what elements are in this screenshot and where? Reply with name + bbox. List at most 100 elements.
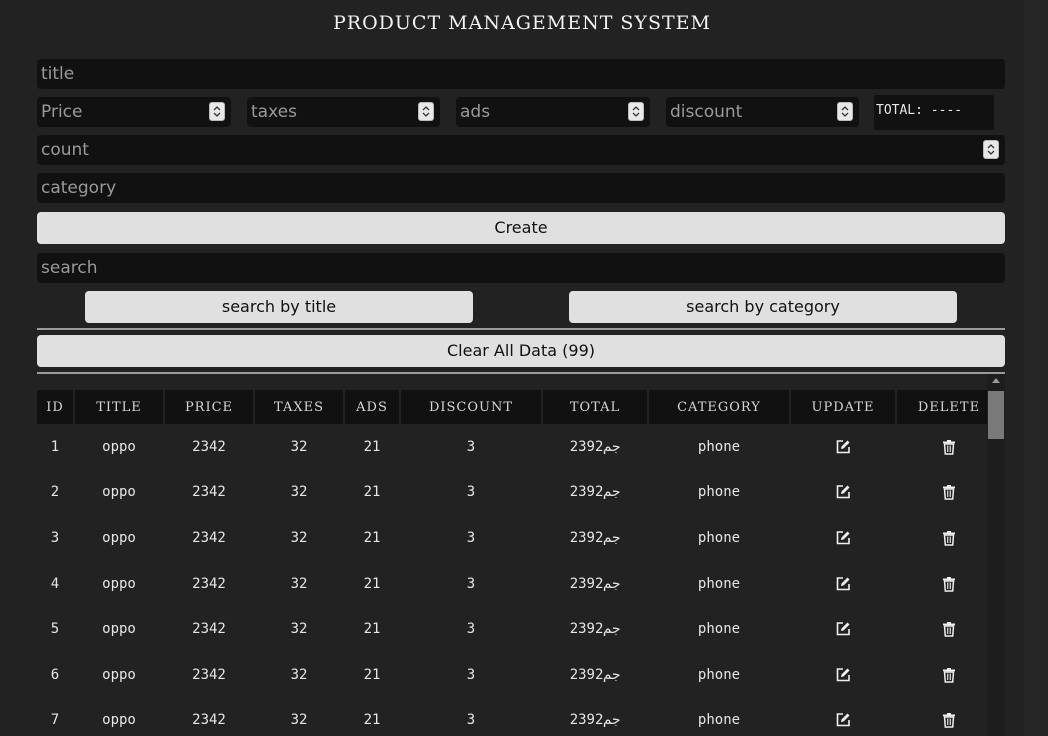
header-category: CATEGORY bbox=[649, 390, 789, 424]
count-input[interactable]: count bbox=[37, 135, 1005, 165]
count-input-placeholder: count bbox=[41, 140, 89, 160]
table-row: 7 oppo 2342 32 21 3 2392جم phone bbox=[37, 698, 987, 736]
taxes-input-placeholder: taxes bbox=[251, 102, 297, 122]
header-delete: DELETE bbox=[897, 390, 987, 424]
spinner-arrows-icon bbox=[213, 106, 221, 117]
table-body: 1 oppo 2342 32 21 3 2392جم phone 2 oppo … bbox=[37, 424, 987, 736]
cell-price: 2342 bbox=[192, 529, 226, 546]
cell-title: oppo bbox=[102, 712, 136, 729]
price-input-placeholder: Price bbox=[41, 102, 83, 122]
cell-id: 7 bbox=[50, 712, 60, 729]
trash-icon[interactable] bbox=[941, 621, 957, 637]
cell-category: phone bbox=[697, 712, 741, 729]
header-id: ID bbox=[37, 390, 73, 424]
trash-icon[interactable] bbox=[941, 667, 957, 683]
edit-icon[interactable] bbox=[835, 530, 851, 546]
header-update: UPDATE bbox=[791, 390, 895, 424]
cell-update bbox=[791, 424, 895, 470]
edit-icon[interactable] bbox=[835, 621, 851, 637]
discount-input[interactable]: discount bbox=[666, 97, 859, 127]
edit-icon[interactable] bbox=[835, 712, 851, 728]
scroll-up-arrow-icon[interactable] bbox=[992, 377, 1000, 383]
ads-input[interactable]: ads bbox=[456, 97, 650, 127]
cell-taxes: 32 bbox=[290, 712, 308, 729]
cell-discount: 3 bbox=[466, 712, 476, 729]
trash-icon[interactable] bbox=[941, 484, 957, 501]
cell-delete bbox=[897, 606, 987, 652]
search-input[interactable]: search bbox=[37, 253, 1005, 283]
create-button[interactable]: Create bbox=[37, 212, 1005, 244]
table-header: ID TITLE PRICE TAXES ADS DISCOUNT TOTAL … bbox=[37, 390, 987, 424]
spinner-arrows-icon bbox=[632, 106, 640, 117]
trash-icon[interactable] bbox=[941, 712, 957, 729]
discount-spinner[interactable] bbox=[837, 102, 853, 121]
cell-ads: 21 bbox=[363, 666, 381, 683]
cell-category: phone bbox=[697, 666, 741, 683]
cell-taxes: 32 bbox=[290, 484, 308, 501]
cell-title: oppo bbox=[102, 484, 136, 501]
cell-discount: 3 bbox=[466, 575, 476, 592]
cell-update bbox=[791, 698, 895, 736]
cell-delete bbox=[897, 515, 987, 561]
search-by-title-button[interactable]: search by title bbox=[85, 291, 473, 323]
cell-discount: 3 bbox=[466, 484, 476, 501]
count-spinner[interactable] bbox=[983, 140, 999, 159]
cell-title: oppo bbox=[102, 621, 136, 638]
edit-icon[interactable] bbox=[835, 439, 851, 455]
divider bbox=[37, 372, 1005, 374]
search-by-category-button[interactable]: search by category bbox=[569, 291, 957, 323]
trash-icon[interactable] bbox=[941, 439, 957, 455]
taxes-spinner[interactable] bbox=[418, 102, 434, 121]
edit-icon[interactable] bbox=[835, 576, 851, 592]
cell-ads: 21 bbox=[363, 575, 381, 592]
header-row: ID TITLE PRICE TAXES ADS DISCOUNT TOTAL … bbox=[37, 390, 987, 424]
trash-icon[interactable] bbox=[941, 576, 957, 592]
discount-input-placeholder: discount bbox=[670, 102, 743, 122]
header-ads: ADS bbox=[345, 390, 399, 424]
scrollbar-thumb[interactable] bbox=[988, 391, 1004, 439]
edit-icon[interactable] bbox=[835, 484, 851, 500]
price-spinner[interactable] bbox=[209, 102, 225, 121]
cell-price: 2342 bbox=[192, 712, 226, 729]
table-row: 3 oppo 2342 32 21 3 2392جم phone bbox=[37, 515, 987, 561]
title-input[interactable]: title bbox=[37, 59, 1005, 89]
cell-update bbox=[791, 515, 895, 561]
cell-price: 2342 bbox=[192, 621, 226, 638]
cell-taxes: 32 bbox=[290, 621, 308, 638]
cell-total: 2392جم bbox=[569, 621, 621, 638]
search-input-placeholder: search bbox=[41, 258, 98, 278]
clear-all-button[interactable]: Clear All Data (99) bbox=[37, 335, 1005, 367]
cell-total: 2392جم bbox=[569, 712, 621, 729]
cell-taxes: 32 bbox=[290, 575, 308, 592]
cell-ads: 21 bbox=[363, 712, 381, 729]
cell-update bbox=[791, 561, 895, 607]
cell-category: phone bbox=[697, 529, 741, 546]
products-table-container: ID TITLE PRICE TAXES ADS DISCOUNT TOTAL … bbox=[37, 390, 987, 736]
cell-id: 3 bbox=[50, 529, 60, 546]
header-price: PRICE bbox=[165, 390, 253, 424]
spinner-arrows-icon bbox=[422, 106, 430, 117]
cell-taxes: 32 bbox=[290, 529, 308, 546]
cell-discount: 3 bbox=[466, 621, 476, 638]
header-total: TOTAL bbox=[543, 390, 647, 424]
cell-delete bbox=[897, 561, 987, 607]
spinner-arrows-icon bbox=[987, 144, 995, 155]
taxes-input[interactable]: taxes bbox=[247, 97, 440, 127]
trash-icon[interactable] bbox=[941, 530, 957, 546]
total-display: TOTAL: ---- bbox=[874, 95, 994, 130]
ads-spinner[interactable] bbox=[628, 102, 644, 121]
table-row: 1 oppo 2342 32 21 3 2392جم phone bbox=[37, 424, 987, 470]
cell-price: 2342 bbox=[192, 484, 226, 501]
cell-id: 5 bbox=[50, 621, 60, 638]
cell-id: 1 bbox=[50, 438, 60, 455]
cell-price: 2342 bbox=[192, 575, 226, 592]
category-input[interactable]: category bbox=[37, 173, 1005, 203]
cell-taxes: 32 bbox=[290, 438, 308, 455]
price-input[interactable]: Price bbox=[37, 97, 231, 127]
edit-icon[interactable] bbox=[835, 667, 851, 683]
cell-delete bbox=[897, 652, 987, 698]
cell-delete bbox=[897, 698, 987, 736]
category-input-placeholder: category bbox=[41, 178, 117, 198]
table-row: 6 oppo 2342 32 21 3 2392جم phone bbox=[37, 652, 987, 698]
table-scrollbar[interactable] bbox=[987, 374, 1005, 736]
